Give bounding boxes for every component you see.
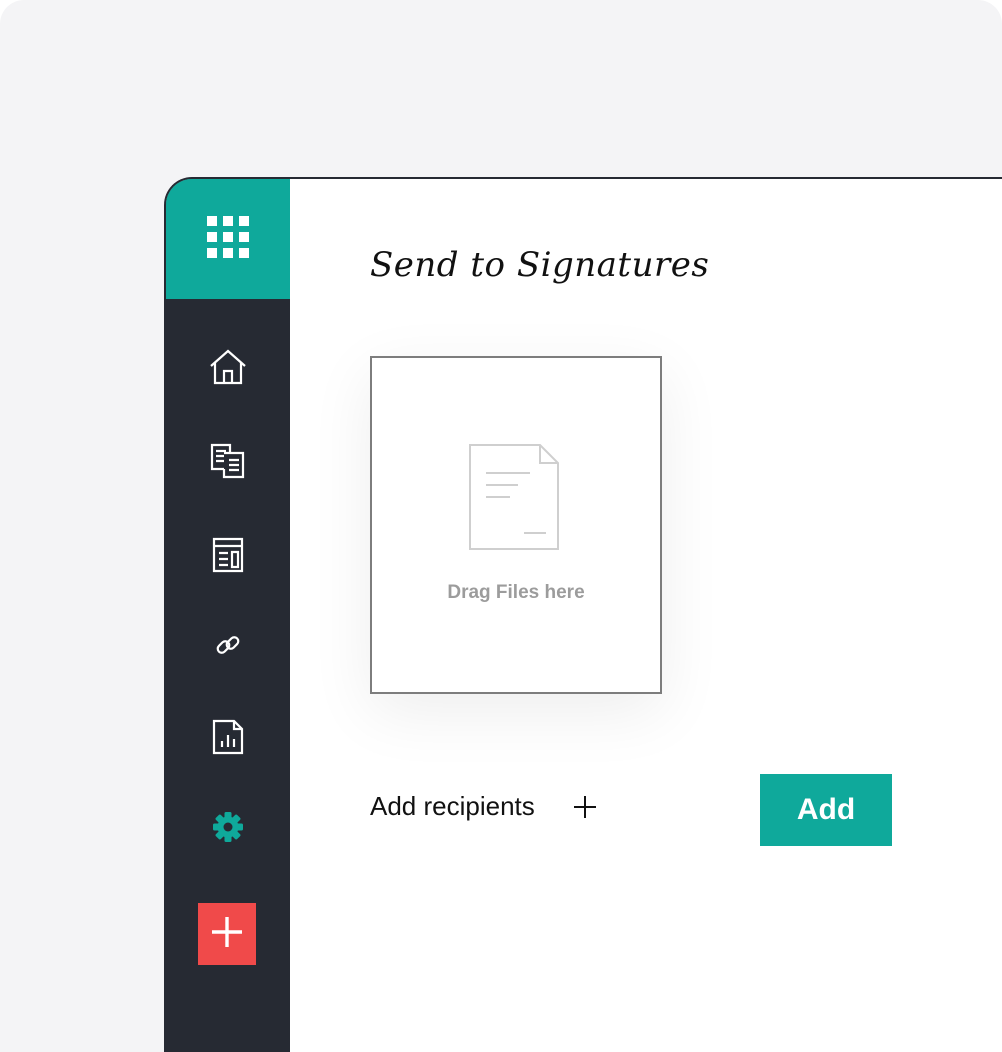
document-icon — [468, 443, 562, 558]
add-recipients-link[interactable]: Add recipients — [370, 791, 597, 822]
sidebar-item-templates[interactable] — [166, 525, 290, 585]
sidebar-item-links[interactable] — [166, 615, 290, 675]
templates-icon — [212, 537, 244, 573]
sidebar-item-reports[interactable] — [166, 707, 290, 767]
add-recipients-label: Add recipients — [370, 791, 535, 821]
main-content: Send to Signatures Drag Files here Add r… — [290, 179, 1002, 1052]
sidebar-item-home[interactable] — [166, 337, 290, 397]
drop-zone-label: Drag Files here — [447, 582, 585, 603]
canvas: Send to Signatures Drag Files here Add r… — [0, 0, 1002, 1052]
documents-icon — [210, 443, 246, 479]
home-icon — [209, 349, 247, 385]
app-grid-icon — [207, 215, 249, 263]
plus-icon — [573, 795, 597, 819]
page-title: Send to Signatures — [370, 245, 710, 285]
create-button[interactable] — [198, 903, 256, 965]
app-window: Send to Signatures Drag Files here Add r… — [164, 177, 1002, 1052]
sidebar — [166, 179, 290, 1052]
add-button[interactable]: Add — [760, 774, 892, 846]
app-grid-button[interactable] — [166, 179, 290, 299]
settings-icon — [212, 811, 244, 843]
reports-icon — [212, 719, 244, 755]
sidebar-item-settings[interactable] — [166, 797, 290, 857]
link-icon — [214, 631, 242, 659]
file-drop-zone[interactable]: Drag Files here — [370, 356, 662, 694]
plus-icon — [212, 916, 242, 952]
sidebar-item-documents[interactable] — [166, 431, 290, 491]
